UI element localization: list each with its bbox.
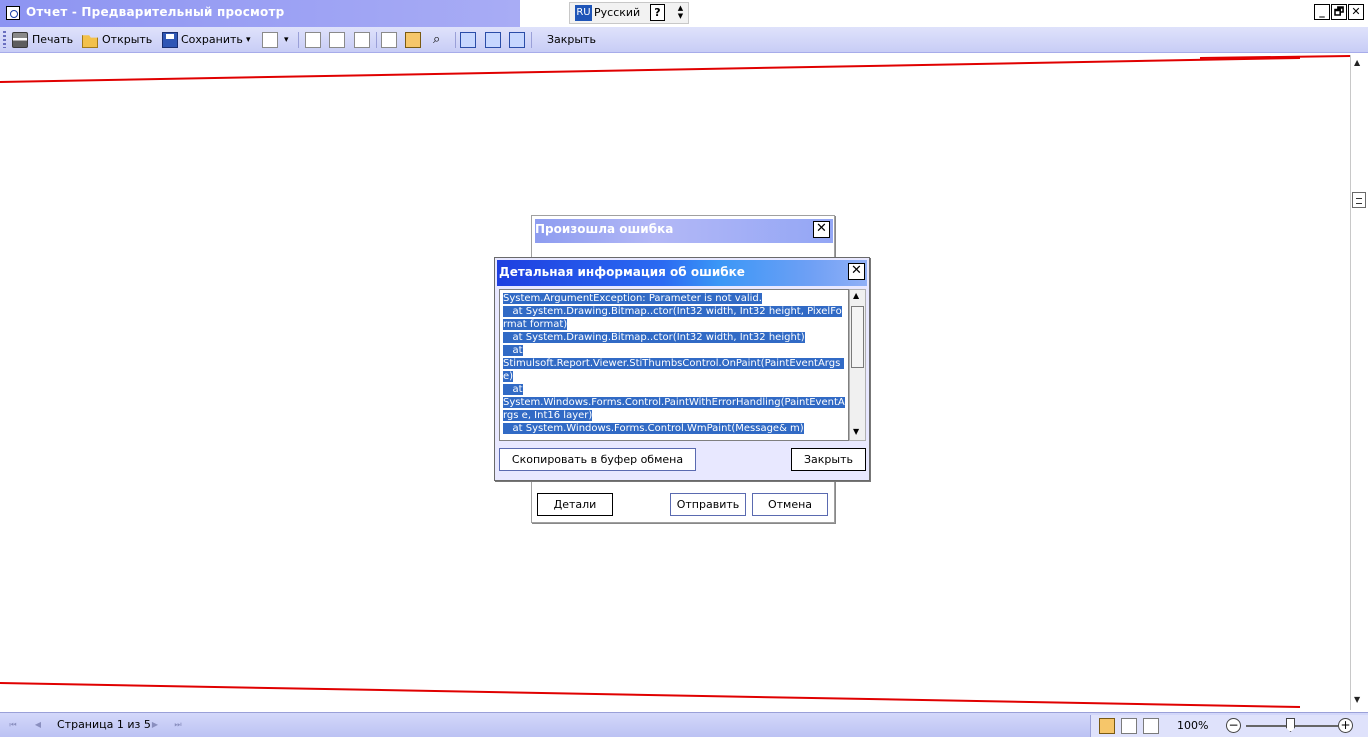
last-page-icon[interactable]: ⏭ (170, 717, 186, 733)
thumbnails-icon[interactable] (405, 32, 421, 48)
details-scroll-up-icon[interactable]: ▲ (853, 291, 859, 300)
error-dialog-close-icon[interactable]: ✕ (813, 221, 830, 238)
zoom-page-width-icon[interactable] (1121, 718, 1137, 734)
next-page-icon[interactable]: ▶ (147, 717, 163, 733)
continuous-page-icon[interactable] (485, 32, 501, 48)
scroll-up-icon[interactable]: ▲ (1354, 58, 1360, 67)
details-button[interactable]: Детали (537, 493, 613, 516)
restore-button[interactable]: 🗗 (1331, 4, 1347, 20)
page-top-border (0, 57, 1301, 83)
print-button[interactable]: Печать (32, 32, 73, 48)
error-line: at System.Windows.Forms.Control.WmPaint(… (503, 423, 804, 434)
toolbar-separator (531, 32, 532, 48)
scroll-thumb[interactable] (1352, 192, 1366, 208)
prev-page-icon[interactable]: ◀ (30, 717, 46, 733)
toolbar-separator (376, 32, 377, 48)
printer-icon[interactable] (12, 32, 28, 48)
error-details-textbox[interactable]: System.ArgumentException: Parameter is n… (499, 289, 849, 441)
new-page-icon[interactable] (305, 32, 321, 48)
page-top-border-end (1199, 55, 1350, 59)
error-line: at System.Drawing.Bitmap..ctor(Int32 wid… (503, 332, 805, 343)
save-button[interactable]: Сохранить (181, 32, 243, 48)
toolbar-grip[interactable] (3, 31, 6, 48)
error-line: System.Windows.Forms.Control.PaintWithEr… (503, 397, 845, 421)
spin-down-icon[interactable]: ▼ (676, 12, 685, 20)
language-spinner[interactable]: ▲ ▼ (676, 4, 685, 21)
error-line: Stimulsoft.Report.Viewer.StiThumbsContro… (503, 358, 844, 382)
details-scroll-down-icon[interactable]: ▼ (853, 427, 859, 436)
details-vertical-scrollbar[interactable]: ▲ ▼ (849, 289, 866, 441)
page-bottom-border (0, 682, 1301, 708)
zoom-one-page-icon[interactable] (1099, 718, 1115, 734)
details-dialog-close-icon[interactable]: ✕ (848, 263, 865, 280)
first-page-icon[interactable]: ⏮ (5, 717, 21, 733)
scroll-down-icon[interactable]: ▼ (1354, 695, 1360, 704)
error-line: System.ArgumentException: Parameter is n… (503, 293, 762, 304)
details-close-button[interactable]: Закрыть (791, 448, 866, 471)
window-title: Отчет - Предварительный просмотр (26, 5, 285, 19)
help-button[interactable]: ? (650, 4, 665, 21)
spin-up-icon[interactable]: ▲ (676, 4, 685, 12)
zoom-multiple-pages-icon[interactable] (1143, 718, 1159, 734)
minimize-button[interactable]: _ (1314, 4, 1330, 20)
error-dialog-title: Произошла ошибка (535, 222, 674, 236)
edit-page-icon[interactable] (329, 32, 345, 48)
zoom-out-icon[interactable]: − (1226, 718, 1241, 733)
zoom-in-icon[interactable]: + (1338, 718, 1353, 733)
copy-to-clipboard-button[interactable]: Скопировать в буфер обмена (499, 448, 696, 471)
details-scroll-thumb[interactable] (851, 306, 864, 368)
send-dropdown-icon[interactable]: ▾ (284, 32, 289, 48)
app-icon (6, 6, 20, 20)
floppy-disk-icon[interactable] (162, 32, 178, 48)
error-line: at (503, 345, 523, 356)
document-vertical-scrollbar[interactable]: ▲ ▼ (1350, 55, 1368, 710)
toolbar-separator (455, 32, 456, 48)
error-line: at (503, 384, 523, 395)
multi-page-icon[interactable] (509, 32, 525, 48)
send-email-icon[interactable] (262, 32, 278, 48)
details-dialog-title: Детальная информация об ошибке (499, 265, 745, 279)
cancel-button[interactable]: Отмена (752, 493, 828, 516)
bookmarks-icon[interactable] (381, 32, 397, 48)
language-name: Русский (594, 6, 641, 19)
language-code-badge: RU (575, 5, 592, 21)
close-window-button[interactable]: ✕ (1348, 4, 1364, 20)
find-binoculars-icon[interactable]: ⌕ (433, 32, 449, 48)
save-dropdown-icon[interactable]: ▾ (246, 32, 251, 48)
send-button[interactable]: Отправить (670, 493, 746, 516)
zoom-level: 100% (1177, 719, 1209, 732)
open-button[interactable]: Открыть (102, 32, 152, 48)
error-line: at System.Drawing.Bitmap..ctor(Int32 wid… (503, 306, 842, 330)
toolbar-separator (298, 32, 299, 48)
page-indicator: Страница 1 из 5 (57, 718, 151, 731)
close-toolbar-button[interactable]: Закрыть (547, 32, 596, 48)
delete-page-icon[interactable] (354, 32, 370, 48)
single-page-icon[interactable] (460, 32, 476, 48)
